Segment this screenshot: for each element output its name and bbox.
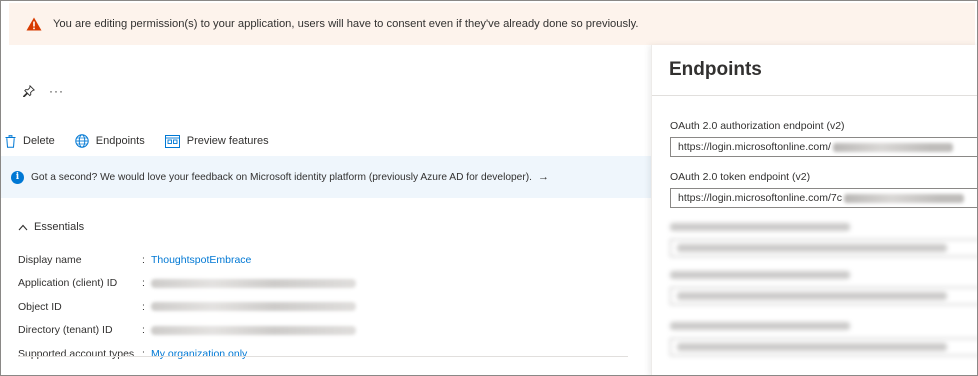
endpoints-panel: Endpoints OAuth 2.0 authorization endpoi… [651,45,977,375]
endpoint-value: https://login.microsoftonline.com/ [678,141,831,153]
preview-features-button[interactable]: Preview features [164,134,269,148]
app-window: You are editing permission(s) to your ap… [0,0,978,376]
property-key: Supported account types [18,347,135,360]
redacted-endpoint-block [670,271,977,305]
redacted-client-id [151,278,356,288]
redacted-tenant-id [151,325,356,335]
divider [18,356,628,357]
property-colon: : [142,347,145,360]
redacted-endpoint-tail [844,193,964,203]
property-row-client-id: Application (client) ID : [18,272,356,296]
property-key: Application (client) ID [18,277,118,290]
warning-text: You are editing permission(s) to your ap… [53,18,639,30]
property-row-account-types: Supported account types : My organizatio… [18,342,356,366]
property-key: Object ID [18,300,62,313]
property-colon: : [142,253,145,266]
property-colon: : [142,300,145,313]
endpoint-label: OAuth 2.0 token endpoint (v2) [670,171,811,183]
account-types-link[interactable]: My organization only [151,348,247,360]
endpoint-value: https://login.microsoftonline.com/7c [678,192,842,204]
property-row-display-name: Display name : ThoughtspotEmbrace [18,248,356,272]
essentials-properties: Display name : ThoughtspotEmbrace Applic… [18,248,356,366]
redacted-endpoint-block [670,322,977,356]
info-icon: i [11,170,24,184]
property-colon: : [142,324,145,337]
globe-icon [75,134,89,148]
redacted-object-id [151,302,356,312]
display-name-link[interactable]: ThoughtspotEmbrace [151,254,251,266]
essentials-label: Essentials [34,221,85,233]
property-colon: : [142,277,145,290]
redacted-endpoint-block [670,223,977,257]
authorization-endpoint-field[interactable]: https://login.microsoftonline.com/ [670,137,977,157]
property-key: Display name [18,253,82,266]
feedback-banner[interactable]: i Got a second? We would love your feedb… [1,156,651,198]
arrow-right-icon[interactable]: → [538,171,549,183]
token-endpoint-field[interactable]: https://login.microsoftonline.com/7c [670,188,977,208]
essentials-toggle[interactable]: Essentials [18,221,84,233]
endpoints-title: Endpoints [669,59,762,80]
property-row-tenant-id: Directory (tenant) ID : [18,319,356,343]
pin-icon[interactable] [23,85,35,97]
title-actions: ··· [23,85,64,97]
trash-icon [5,134,16,148]
app-overview-panel: ··· Delete Endpoints Preview features i … [1,45,651,375]
delete-label: Delete [23,135,55,147]
endpoints-label: Endpoints [95,135,145,147]
property-key: Directory (tenant) ID [18,324,113,337]
warning-banner: You are editing permission(s) to your ap… [9,3,975,45]
more-options-icon[interactable]: ··· [49,85,64,97]
endpoint-label: OAuth 2.0 authorization endpoint (v2) [670,120,845,132]
divider [652,95,977,96]
command-bar: Delete Endpoints Preview features [5,132,289,150]
redacted-endpoint-tail [832,142,953,152]
delete-button[interactable]: Delete [5,134,55,148]
preview-icon [164,134,180,148]
warning-icon [26,17,42,31]
preview-features-label: Preview features [186,135,269,147]
endpoints-button[interactable]: Endpoints [75,134,145,148]
chevron-up-icon [18,224,28,230]
feedback-text: Got a second? We would love your feedbac… [31,171,532,183]
property-row-object-id: Object ID : [18,295,356,319]
